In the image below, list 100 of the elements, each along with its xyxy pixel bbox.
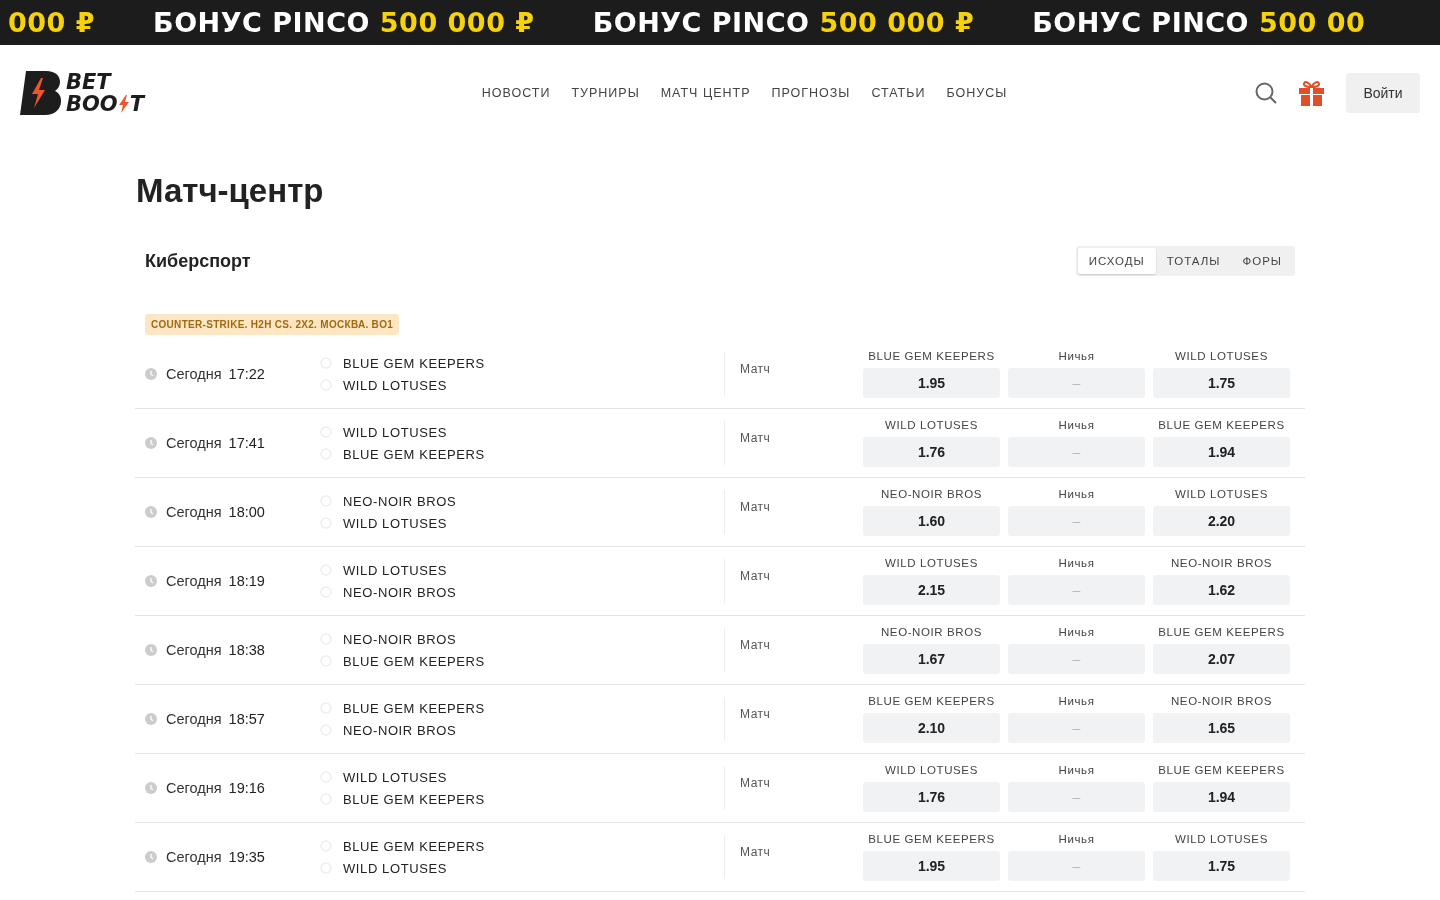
team-name[interactable]: WILD LOTUSES — [343, 860, 447, 876]
outcome-label: NEO-NOIR BROS — [880, 488, 983, 500]
team-name[interactable]: NEO-NOIR BROS — [343, 584, 457, 600]
odds-button[interactable]: 1.65 — [1153, 713, 1290, 743]
match-day: Сегодня — [166, 435, 222, 451]
logo-text: T — [129, 92, 145, 115]
nav-link[interactable]: ТУРНИРЫ — [571, 85, 640, 100]
team-name[interactable]: WILD LOTUSES — [343, 769, 447, 785]
odds-button[interactable]: 2.07 — [1153, 644, 1290, 674]
team-name[interactable]: NEO-NOIR BROS — [343, 493, 457, 509]
nav-link[interactable]: СТАТЬИ — [871, 85, 926, 100]
team-name[interactable]: WILD LOTUSES — [343, 515, 447, 531]
odds-button[interactable]: 1.76 — [863, 437, 1000, 467]
outcome-label: WILD LOTUSES — [885, 557, 978, 569]
outcome-label: Ничья — [1058, 695, 1095, 707]
match-day: Сегодня — [166, 711, 222, 727]
outcome-label: WILD LOTUSES — [885, 764, 978, 776]
team-name[interactable]: BLUE GEM KEEPERS — [343, 838, 485, 854]
odds-button[interactable]: 1.76 — [863, 782, 1000, 812]
match-time: 17:22 — [228, 366, 265, 382]
match-time: 18:38 — [228, 642, 265, 658]
outcome-label: WILD LOTUSES — [885, 419, 978, 431]
nav-link[interactable]: НОВОСТИ — [481, 85, 551, 100]
team-name[interactable]: NEO-NOIR BROS — [343, 722, 457, 738]
odds-button[interactable]: 1.67 — [863, 644, 1000, 674]
outcome-label: BLUE GEM KEEPERS — [1158, 626, 1285, 638]
gift-icon[interactable] — [1299, 79, 1324, 106]
match-time: 19:35 — [228, 849, 265, 865]
promo-banner[interactable]: 000 ₽ БОНУС PINCO 500 000 ₽ БОНУС PINCO 500 000 ₽ БОНУС PINCO 500 00 — [0, 0, 1440, 45]
search-icon[interactable] — [1255, 81, 1277, 104]
clock-icon — [145, 644, 157, 656]
outcome-label: WILD LOTUSES — [1175, 350, 1268, 362]
section-title: Киберспорт — [145, 250, 251, 272]
odds-button[interactable]: 1.95 — [863, 368, 1000, 398]
outcome-label: BLUE GEM KEEPERS — [868, 350, 995, 362]
team-name[interactable]: WILD LOTUSES — [343, 562, 447, 578]
odds-button[interactable]: 1.95 — [863, 851, 1000, 881]
login-button[interactable]: Войти — [1346, 72, 1420, 113]
match-time: 19:16 — [228, 780, 265, 796]
match-day: Сегодня — [166, 573, 222, 589]
outcome-label: Ничья — [1058, 833, 1095, 845]
logo-b-icon[interactable] — [20, 68, 64, 117]
outcome-label: BLUE GEM KEEPERS — [1158, 419, 1285, 431]
outcome-label: WILD LOTUSES — [1175, 488, 1268, 500]
odds-button[interactable]: 1.94 — [1153, 782, 1290, 812]
tournament-tag[interactable]: COUNTER-STRIKE. H2H CS. 2X2. МОСКВА. BO1 — [145, 314, 400, 335]
clock-icon — [145, 575, 157, 587]
clock-icon — [145, 713, 157, 725]
market-tab[interactable]: ТОТАЛЫ — [1155, 248, 1232, 274]
clock-icon — [145, 437, 157, 449]
odds-button[interactable]: 1.75 — [1153, 851, 1290, 881]
promo-text: 000 ₽ — [8, 7, 96, 38]
clock-icon — [145, 782, 157, 794]
outcome-label: BLUE GEM KEEPERS — [868, 833, 995, 845]
nav-link[interactable]: БОНУСЫ — [946, 85, 1008, 100]
match-time: 18:57 — [228, 711, 265, 727]
outcome-label: NEO-NOIR BROS — [1170, 695, 1273, 707]
outcome-label: Ничья — [1058, 764, 1095, 776]
outcome-label: BLUE GEM KEEPERS — [1158, 764, 1285, 776]
team-name[interactable]: BLUE GEM KEEPERS — [343, 653, 485, 669]
outcome-label: Ничья — [1058, 488, 1095, 500]
outcome-label: BLUE GEM KEEPERS — [868, 695, 995, 707]
promo-text: БОНУС PINCO 500 00 — [1032, 7, 1366, 38]
odds-button[interactable]: 2.10 — [863, 713, 1000, 743]
match-day: Сегодня — [166, 504, 222, 520]
page-title: Матч-центр — [136, 172, 325, 210]
nav-link[interactable]: МАТЧ ЦЕНТР — [660, 85, 751, 100]
match-day: Сегодня — [166, 849, 222, 865]
bolt-icon — [117, 94, 130, 113]
match-day: Сегодня — [166, 642, 222, 658]
odds-button[interactable]: 1.75 — [1153, 368, 1290, 398]
match-time: 18:00 — [228, 504, 265, 520]
outcome-label: NEO-NOIR BROS — [880, 626, 983, 638]
team-name[interactable]: WILD LOTUSES — [343, 424, 447, 440]
market-tab[interactable]: ИСХОДЫ — [1077, 248, 1156, 274]
team-name[interactable]: BLUE GEM KEEPERS — [343, 791, 485, 807]
team-name[interactable]: WILD LOTUSES — [343, 377, 447, 393]
match-day: Сегодня — [166, 366, 222, 382]
clock-icon — [145, 368, 157, 380]
clock-icon — [145, 506, 157, 518]
odds-button[interactable]: 1.94 — [1153, 437, 1290, 467]
outcome-label: Ничья — [1058, 350, 1095, 362]
match-time: 18:19 — [228, 573, 265, 589]
promo-text: БОНУС PINCO 500 000 ₽ — [153, 7, 535, 38]
odds-button[interactable]: 2.15 — [863, 575, 1000, 605]
outcome-label: WILD LOTUSES — [1175, 833, 1268, 845]
market-tab[interactable]: ФОРЫ — [1231, 248, 1293, 274]
team-name[interactable]: NEO-NOIR BROS — [343, 631, 457, 647]
team-name[interactable]: BLUE GEM KEEPERS — [343, 700, 485, 716]
odds-button[interactable]: 1.62 — [1153, 575, 1290, 605]
team-name[interactable]: BLUE GEM KEEPERS — [343, 355, 485, 371]
team-name[interactable]: BLUE GEM KEEPERS — [343, 446, 485, 462]
nav-link[interactable]: ПРОГНОЗЫ — [771, 85, 851, 100]
odds-button[interactable]: 1.60 — [863, 506, 1000, 536]
outcome-label: NEO-NOIR BROS — [1170, 557, 1273, 569]
match-day: Сегодня — [166, 780, 222, 796]
logo-text: BOO — [66, 92, 118, 115]
outcome-label: Ничья — [1058, 626, 1095, 638]
outcome-label: Ничья — [1058, 557, 1095, 569]
odds-button[interactable]: 2.20 — [1153, 506, 1290, 536]
